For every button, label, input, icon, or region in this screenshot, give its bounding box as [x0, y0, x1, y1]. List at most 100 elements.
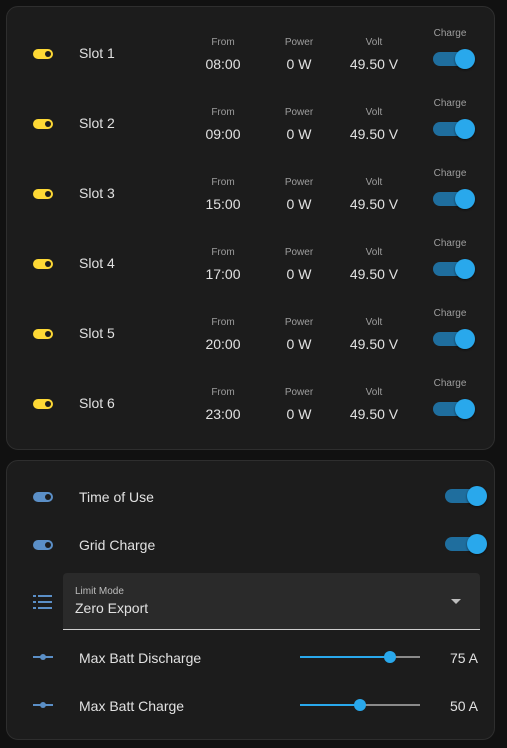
- charge-label: Charge: [433, 308, 467, 319]
- slot-name[interactable]: Slot 4: [79, 255, 115, 271]
- slot-charge: Charge: [429, 238, 475, 279]
- slot-from: From 08:00: [201, 37, 245, 72]
- slot-power: Power 0 W: [281, 37, 317, 72]
- charge-label: Charge: [433, 28, 467, 39]
- slot-power: Power 0 W: [281, 317, 317, 352]
- max-batt-charge-value: 50 A: [449, 698, 478, 714]
- time-of-use-label: Time of Use: [79, 489, 154, 505]
- power-label: Power: [284, 177, 314, 188]
- slot-volt: Volt 49.50 V: [345, 37, 403, 72]
- volt-value: 49.50 V: [349, 406, 399, 422]
- slot-power: Power 0 W: [281, 177, 317, 212]
- program-slots-card: Slot 1 From 08:00 Power 0 W Volt 49.50 V…: [6, 6, 495, 450]
- power-value: 0 W: [286, 266, 312, 282]
- toggle-switch-icon: [33, 329, 53, 339]
- charge-label: Charge: [433, 378, 467, 389]
- slot-name[interactable]: Slot 6: [79, 395, 115, 411]
- volt-label: Volt: [365, 37, 383, 48]
- from-value: 17:00: [205, 266, 241, 282]
- max-batt-discharge-value: 75 A: [449, 650, 478, 666]
- slider-icon: [33, 702, 53, 708]
- max-batt-charge-slider[interactable]: [300, 699, 420, 711]
- slot-row-1: Slot 1 From 08:00 Power 0 W Volt 49.50 V…: [7, 7, 494, 77]
- max-batt-discharge-label: Max Batt Discharge: [79, 650, 202, 666]
- power-label: Power: [284, 37, 314, 48]
- slot-charge: Charge: [429, 308, 475, 349]
- toggle-switch-icon: [33, 540, 53, 550]
- slot-volt: Volt 49.50 V: [345, 387, 403, 422]
- grid-charge-row[interactable]: Grid Charge: [7, 509, 494, 557]
- volt-value: 49.50 V: [349, 196, 399, 212]
- slot-volt: Volt 49.50 V: [345, 177, 403, 212]
- slot-charge: Charge: [429, 378, 475, 419]
- charge-toggle[interactable]: [433, 329, 475, 349]
- charge-toggle[interactable]: [433, 49, 475, 69]
- max-batt-discharge-slider[interactable]: [300, 651, 420, 663]
- toggle-switch-icon: [33, 399, 53, 409]
- power-value: 0 W: [286, 406, 312, 422]
- from-label: From: [211, 387, 235, 398]
- volt-value: 49.50 V: [349, 126, 399, 142]
- charge-label: Charge: [433, 238, 467, 249]
- time-of-use-toggle[interactable]: [441, 477, 487, 506]
- volt-value: 49.50 V: [349, 266, 399, 282]
- charge-label: Charge: [433, 98, 467, 109]
- charge-toggle[interactable]: [433, 189, 475, 209]
- toggle-switch-icon: [33, 189, 53, 199]
- slot-name[interactable]: Slot 1: [79, 45, 115, 61]
- charge-toggle[interactable]: [433, 259, 475, 279]
- toggle-knob: [467, 486, 487, 506]
- from-value: 15:00: [205, 196, 241, 212]
- from-value: 20:00: [205, 336, 241, 352]
- from-label: From: [211, 317, 235, 328]
- toggle-switch-icon: [33, 119, 53, 129]
- toggle-knob: [455, 189, 475, 209]
- slot-from: From 23:00: [201, 387, 245, 422]
- menu-down-icon[interactable]: [451, 599, 461, 604]
- slot-charge: Charge: [429, 28, 475, 69]
- slot-row-3: Slot 3 From 15:00 Power 0 W Volt 49.50 V…: [7, 147, 494, 217]
- volt-value: 49.50 V: [349, 336, 399, 352]
- volt-label: Volt: [365, 107, 383, 118]
- toggle-knob: [455, 49, 475, 69]
- slot-row-4: Slot 4 From 17:00 Power 0 W Volt 49.50 V…: [7, 217, 494, 287]
- limit-mode-value: Zero Export: [75, 600, 149, 616]
- slot-volt: Volt 49.50 V: [345, 107, 403, 142]
- charge-toggle[interactable]: [433, 119, 475, 139]
- volt-value: 49.50 V: [349, 56, 399, 72]
- limit-mode-select[interactable]: Limit Mode Zero Export: [63, 573, 480, 630]
- slot-row-6: Slot 6 From 23:00 Power 0 W Volt 49.50 V…: [7, 357, 494, 427]
- power-label: Power: [284, 247, 314, 258]
- toggle-knob: [467, 534, 487, 554]
- toggle-knob: [455, 399, 475, 419]
- volt-label: Volt: [365, 247, 383, 258]
- slot-charge: Charge: [429, 98, 475, 139]
- slot-name[interactable]: Slot 3: [79, 185, 115, 201]
- volt-label: Volt: [365, 177, 383, 188]
- slot-from: From 15:00: [201, 177, 245, 212]
- charge-label: Charge: [433, 168, 467, 179]
- slot-name[interactable]: Slot 2: [79, 115, 115, 131]
- grid-charge-label: Grid Charge: [79, 537, 156, 553]
- slot-from: From 17:00: [201, 247, 245, 282]
- volt-label: Volt: [365, 317, 383, 328]
- slider-thumb[interactable]: [384, 651, 396, 663]
- slot-charge: Charge: [429, 168, 475, 209]
- slot-row-5: Slot 5 From 20:00 Power 0 W Volt 49.50 V…: [7, 287, 494, 357]
- time-of-use-row[interactable]: Time of Use: [7, 461, 494, 509]
- power-label: Power: [284, 317, 314, 328]
- from-label: From: [211, 37, 235, 48]
- power-value: 0 W: [286, 56, 312, 72]
- slider-thumb[interactable]: [354, 699, 366, 711]
- slot-volt: Volt 49.50 V: [345, 317, 403, 352]
- toggle-switch-icon: [33, 492, 53, 502]
- slot-volt: Volt 49.50 V: [345, 247, 403, 282]
- grid-charge-toggle[interactable]: [441, 525, 487, 554]
- max-batt-discharge-row: Max Batt Discharge 75 A: [7, 637, 494, 677]
- toggle-knob: [455, 329, 475, 349]
- slot-name[interactable]: Slot 5: [79, 325, 115, 341]
- from-value: 08:00: [205, 56, 241, 72]
- format-list-icon: [33, 594, 53, 610]
- charge-toggle[interactable]: [433, 399, 475, 419]
- power-value: 0 W: [286, 336, 312, 352]
